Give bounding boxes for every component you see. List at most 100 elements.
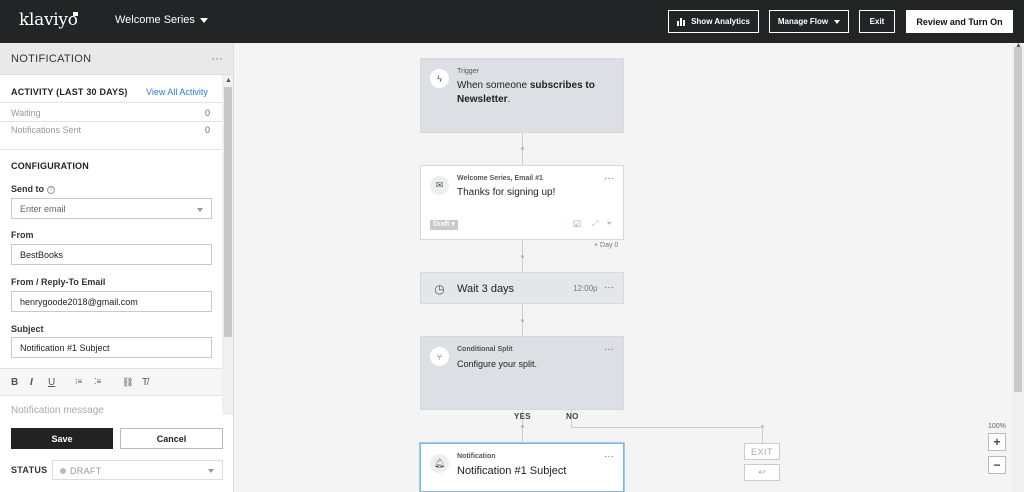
stat-label-notifications-sent: Notifications Sent xyxy=(11,125,82,135)
zoom-out-button[interactable]: − xyxy=(988,456,1006,474)
yes-branch-label: YES xyxy=(514,412,531,421)
manage-flow-label: Manage Flow xyxy=(777,17,829,26)
notification-kicker: Notification xyxy=(457,453,496,460)
notification-text: Notification #1 Subject xyxy=(457,465,567,477)
stat-label-waiting: Waiting xyxy=(11,108,41,118)
activity-title: ACTIVITY (LAST 30 DAYS) xyxy=(11,87,128,97)
wait-text: Wait 3 days xyxy=(457,283,515,295)
canvas-scrollbar[interactable]: ▲ xyxy=(1012,42,1024,492)
connector xyxy=(571,427,763,428)
no-branch-label: NO xyxy=(566,412,579,421)
reply-to-label: From / Reply-To Email xyxy=(11,277,106,287)
wait-node[interactable]: ◷ Wait 3 days 12:00p ··· xyxy=(420,272,624,304)
show-analytics-button[interactable]: Show Analytics xyxy=(668,10,759,33)
from-label: From xyxy=(11,230,34,240)
lightning-icon: ϟ xyxy=(430,69,449,88)
configuration-title: CONFIGURATION xyxy=(11,161,89,171)
conditional-split-node[interactable]: ⑂ Conditional Split Configure your split… xyxy=(420,336,624,410)
italic-icon[interactable]: I xyxy=(30,377,33,388)
cancel-button[interactable]: Cancel xyxy=(120,428,223,449)
stat-value-notifications-sent: 0 xyxy=(205,125,211,135)
link-icon[interactable]: ⛓ xyxy=(122,377,133,388)
logo-flag-icon xyxy=(73,12,78,16)
view-all-activity-link[interactable]: View All Activity xyxy=(146,87,208,97)
trigger-text-suffix: . xyxy=(507,94,511,105)
connector-dot xyxy=(521,147,524,150)
editor-toolbar: B I U ⁝≡ ⁚≡ ⛓ T̸ xyxy=(0,368,222,396)
from-field[interactable]: BestBooks xyxy=(11,244,212,265)
exit-return-icon[interactable]: ↩ xyxy=(744,464,780,481)
check-icon: ☑ xyxy=(573,219,582,229)
divider xyxy=(0,149,222,150)
panel-scrollbar[interactable]: ▲ xyxy=(222,75,233,415)
bullet-list-icon[interactable]: ⁚≡ xyxy=(94,377,101,386)
status-dot-icon xyxy=(60,468,66,474)
help-icon[interactable]: ? xyxy=(47,186,55,194)
bold-icon[interactable]: B xyxy=(11,377,18,388)
clear-format-icon[interactable]: T̸ xyxy=(142,377,148,388)
flow-canvas[interactable]: ϟ Trigger When someone subscribes to New… xyxy=(235,43,1012,492)
analytics-icon: ⤢ xyxy=(592,219,599,228)
status-value: DRAFT xyxy=(70,466,102,476)
email-text: Thanks for signing up! xyxy=(457,187,556,198)
flow-name[interactable]: Welcome Series xyxy=(115,14,195,26)
exit-label: Exit xyxy=(869,17,885,26)
more-options-icon[interactable]: ··· xyxy=(604,451,614,462)
caret-down-icon xyxy=(208,469,214,473)
stat-value-waiting: 0 xyxy=(205,108,211,118)
review-and-turn-on-button[interactable]: Review and Turn On xyxy=(906,10,1013,33)
caret-down-icon[interactable] xyxy=(200,18,208,23)
divider xyxy=(0,102,222,103)
bell-icon: 🔔︎ xyxy=(430,454,449,473)
subject-label: Subject xyxy=(11,324,44,334)
subject-field[interactable]: Notification #1 Subject xyxy=(11,337,212,358)
scroll-thumb[interactable] xyxy=(1014,47,1022,392)
trigger-text: When someone subscribes to Newsletter. xyxy=(457,79,617,107)
more-options-icon[interactable]: ··· xyxy=(211,51,223,65)
connector-dot xyxy=(521,425,524,428)
send-to-select[interactable]: Enter email xyxy=(11,198,212,219)
send-to-label-text: Send to xyxy=(11,184,44,194)
notification-panel: NOTIFICATION ··· ▲ ACTIVITY (LAST 30 DAY… xyxy=(0,43,234,492)
review-label: Review and Turn On xyxy=(916,16,1003,27)
split-icon: ⑂ xyxy=(430,347,449,366)
reply-to-email-field[interactable]: henrygoode2018@gmail.com xyxy=(11,291,212,312)
clock-icon: ◷ xyxy=(434,281,445,296)
exit-button[interactable]: Exit xyxy=(859,10,895,33)
draft-tag[interactable]: Draft ▾ xyxy=(430,220,458,230)
more-options-icon[interactable]: ··· xyxy=(604,344,614,355)
underline-icon[interactable]: U xyxy=(48,377,55,388)
ordered-list-icon[interactable]: ⁝≡ xyxy=(75,377,82,386)
split-text: Configure your split. xyxy=(457,359,538,369)
connector-dot xyxy=(521,319,524,322)
manage-flow-button[interactable]: Manage Flow xyxy=(769,10,849,33)
klaviyo-logo[interactable]: klaviyo xyxy=(19,10,78,30)
send-to-label: Send to? xyxy=(11,184,55,194)
send-to-placeholder: Enter email xyxy=(20,204,66,214)
zoom-in-button[interactable]: + xyxy=(988,433,1006,451)
status-label: STATUS xyxy=(11,465,48,475)
email-node[interactable]: ✉ Welcome Series, Email #1 Thanks for si… xyxy=(420,165,624,240)
save-button[interactable]: Save xyxy=(11,428,113,449)
save-label: Save xyxy=(51,433,73,444)
top-bar: klaviyo Welcome Series Show Analytics Ma… xyxy=(0,0,1024,43)
connector xyxy=(762,427,763,443)
email-kicker: Welcome Series, Email #1 xyxy=(457,175,543,182)
caret-down-icon xyxy=(834,19,841,24)
status-select[interactable]: DRAFT xyxy=(52,460,223,480)
caret-down-icon xyxy=(197,208,203,212)
notification-node[interactable]: 🔔︎ Notification Notification #1 Subject … xyxy=(420,443,624,492)
scroll-up-icon[interactable]: ▲ xyxy=(225,77,232,84)
trigger-node[interactable]: ϟ Trigger When someone subscribes to New… xyxy=(420,58,624,133)
scroll-thumb[interactable] xyxy=(224,87,232,337)
panel-header: NOTIFICATION ··· xyxy=(0,43,233,75)
trigger-text-prefix: When someone xyxy=(457,80,530,91)
mail-icon: ✉ xyxy=(430,176,449,195)
zoom-level: 100% xyxy=(988,423,1006,430)
message-editor[interactable]: Notification message xyxy=(11,405,104,416)
more-options-icon[interactable]: ··· xyxy=(604,173,614,184)
exit-node[interactable]: EXIT xyxy=(744,443,780,460)
more-options-icon[interactable]: ··· xyxy=(604,282,614,293)
filter-icon: ⏷ xyxy=(606,219,613,228)
day-label: + Day 0 xyxy=(594,242,619,249)
